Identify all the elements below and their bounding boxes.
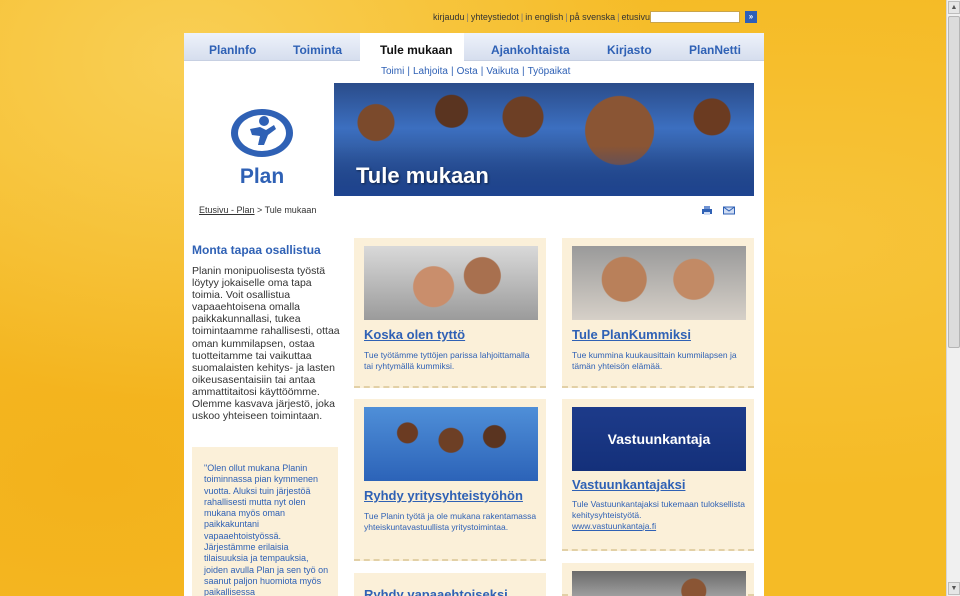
print-icon[interactable] [701, 205, 713, 216]
card-image-text: Vastuunkantaja [607, 431, 711, 447]
card-plankummiksi[interactable]: Tule PlanKummiksi Tue kummina kuukausitt… [562, 238, 754, 388]
card-image-bottom [572, 571, 746, 596]
subnav-osta[interactable]: Osta [457, 66, 478, 77]
breadcrumb-current: Tule mukaan [264, 205, 317, 215]
card-title[interactable]: Koska olen tyttö [364, 327, 465, 342]
breadcrumb: Etusivu - Plan > Tule mukaan [199, 205, 316, 215]
card-image-girls [364, 246, 538, 320]
scroll-thumb[interactable] [948, 16, 960, 348]
subnav-vaikuta[interactable]: Vaikuta [486, 66, 519, 77]
quote-text: "Olen ollut mukana Planin toiminnassa pi… [204, 463, 329, 596]
card-title[interactable]: Ryhdy yritysyhteistyöhön [364, 488, 523, 503]
nav-item-toiminta[interactable]: Toiminta [293, 43, 342, 57]
card-title[interactable]: Ryhdy vapaaehtoiseksi [364, 587, 508, 596]
card-bottom[interactable] [562, 563, 754, 596]
card-description-text: Tule Vastuunkantajaksi tukemaan tuloksel… [572, 499, 745, 520]
card-vapaaehtoiseksi[interactable]: Ryhdy vapaaehtoiseksi [354, 573, 546, 596]
main-nav: PlanInfo Toiminta Tule mukaan Ajankohtai… [184, 33, 764, 62]
nav-item-tule-mukaan[interactable]: Tule mukaan [380, 43, 452, 57]
home-link[interactable]: etusivu [622, 12, 651, 22]
card-title[interactable]: Tule PlanKummiksi [572, 327, 691, 342]
left-section-title: Monta tapaa osallistua [192, 243, 321, 257]
banner: Plan Tule mukaan [184, 83, 764, 200]
quote-box: "Olen ollut mukana Planin toiminnassa pi… [192, 447, 338, 596]
card-vastuunkantajaksi[interactable]: Vastuunkantaja Vastuunkantajaksi Tule Va… [562, 399, 754, 551]
subnav-tyopaikat[interactable]: Työpaikat [528, 66, 571, 77]
vastuunkantaja-link[interactable]: www.vastuunkantaja.fi [572, 521, 656, 531]
card-description: Tule Vastuunkantajaksi tukemaan tuloksel… [572, 499, 748, 531]
vertical-scrollbar[interactable]: ▲ ▼ [946, 0, 960, 596]
utility-links: kirjaudu | yhteystiedot | in english | på sven… [433, 12, 651, 22]
card-description: Tue Planin työtä ja ole mukana rakentama… [364, 511, 537, 532]
left-section-text: Planin monipuolisesta työstä löytyy joka… [192, 265, 340, 423]
banner-title: Tule mukaan [356, 163, 489, 188]
card-image-children [572, 246, 746, 320]
scroll-down-arrow-icon[interactable]: ▼ [948, 582, 960, 595]
email-icon[interactable] [723, 205, 735, 216]
sub-nav: Toimi | Lahjoita | Osta | Vaikuta | Työpaikat [381, 66, 571, 77]
card-koska-olen-tytto[interactable]: Koska olen tyttö Tue työtämme tyttöjen p… [354, 238, 546, 388]
nav-item-kirjasto[interactable]: Kirjasto [607, 43, 652, 57]
logo-text: Plan [240, 165, 284, 188]
card-image-vastuunkantaja-logo: Vastuunkantaja [572, 407, 746, 471]
login-link[interactable]: kirjaudu [433, 12, 465, 22]
card-title[interactable]: Vastuunkantajaksi [572, 477, 685, 492]
plan-logo-icon: Plan [231, 109, 293, 188]
scroll-up-arrow-icon[interactable]: ▲ [948, 1, 960, 14]
card-image-children-window [364, 407, 538, 481]
card-description: Tue työtämme tyttöjen parissa lahjoittam… [364, 350, 530, 371]
plan-logo[interactable]: Plan [184, 83, 334, 200]
card-yritysyhteistyo[interactable]: Ryhdy yritysyhteistyöhön Tue Planin työt… [354, 399, 546, 561]
breadcrumb-separator: > [254, 205, 265, 215]
search-input[interactable] [650, 11, 740, 23]
subnav-lahjoita[interactable]: Lahjoita [413, 66, 448, 77]
contact-link[interactable]: yhteystiedot [471, 12, 519, 22]
card-description: Tue kummina kuukausittain kummilapsen ja… [572, 350, 737, 371]
nav-item-ajankohtaista[interactable]: Ajankohtaista [491, 43, 570, 57]
nav-item-planinfo[interactable]: PlanInfo [209, 43, 256, 57]
page-container: PlanInfo Toiminta Tule mukaan Ajankohtai… [184, 33, 764, 596]
swedish-link[interactable]: på svenska [570, 12, 616, 22]
breadcrumb-home[interactable]: Etusivu - Plan [199, 205, 255, 215]
nav-item-plannetti[interactable]: PlanNetti [689, 43, 741, 57]
subnav-toimi[interactable]: Toimi [381, 66, 404, 77]
banner-photo-children: Tule mukaan [334, 83, 754, 196]
english-link[interactable]: in english [525, 12, 563, 22]
search-go-button[interactable]: » [745, 11, 757, 23]
